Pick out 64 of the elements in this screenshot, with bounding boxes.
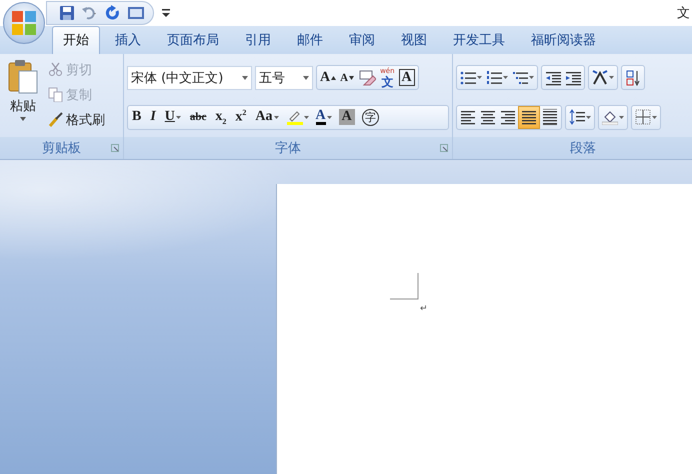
save-icon[interactable]	[59, 4, 75, 21]
paint-bucket-icon	[602, 109, 618, 126]
ribbon-tab[interactable]: 福昕阅读器	[520, 26, 607, 54]
ribbon-tab[interactable]: 插入	[104, 26, 152, 54]
clipboard-icon	[7, 58, 39, 95]
ribbon-tab[interactable]: 开发工具	[442, 26, 516, 54]
dropdown-arrow-icon[interactable]	[303, 76, 309, 80]
format-button[interactable]: x$^{2}$	[232, 106, 250, 129]
down-triangle-icon	[349, 76, 354, 80]
format-button[interactable]: A	[318, 66, 338, 90]
justify-icon	[521, 109, 537, 126]
alignment-button[interactable]	[518, 106, 540, 129]
ribbon-tab[interactable]: 邮件	[286, 26, 334, 54]
format-button[interactable]: Aa	[252, 106, 282, 129]
eraser-icon	[358, 70, 376, 86]
highlighter-icon	[286, 109, 303, 126]
font-name-field[interactable]: 宋体 (中文正文)	[127, 66, 252, 90]
format-button[interactable]: x$_{2}$	[212, 106, 230, 129]
arrows-icon	[592, 70, 608, 86]
caret-icon	[20, 116, 26, 121]
ribbon-tab[interactable]: 开始	[52, 26, 100, 54]
redo-icon[interactable]	[105, 4, 121, 21]
window-title: 文	[677, 4, 690, 22]
format-button[interactable]: U	[162, 106, 184, 129]
bullets-icon	[460, 70, 476, 86]
ribbon-tab[interactable]: 审阅	[338, 26, 386, 54]
format-button[interactable]: A	[314, 106, 334, 129]
format-button[interactable]: abc	[186, 106, 210, 129]
ribbon-tab[interactable]: 视图	[390, 26, 438, 54]
increase-indent-icon	[565, 70, 581, 86]
up-triangle-icon	[331, 76, 336, 80]
format-button[interactable]: B	[129, 106, 144, 129]
undo-icon[interactable]	[81, 4, 99, 21]
ribbon-tab[interactable]: 引用	[234, 26, 282, 54]
group-label: 字体	[275, 140, 301, 157]
dialog-launcher-icon[interactable]	[440, 144, 448, 152]
align-right-icon	[500, 109, 516, 126]
decrease-indent-icon	[545, 70, 561, 86]
copy-icon	[48, 87, 63, 102]
office-logo	[11, 10, 37, 36]
ribbon-tab[interactable]: 页面布局	[156, 26, 230, 54]
multilevel-list-icon	[512, 70, 528, 86]
font-size-field[interactable]: 五号	[255, 66, 313, 90]
brush-icon	[48, 112, 63, 128]
paragraph-mark: ↵	[420, 305, 428, 314]
format-button[interactable]: I	[147, 106, 159, 129]
clipboard-button[interactable]: 格式刷	[46, 108, 107, 131]
dropdown-arrow-icon[interactable]	[242, 76, 248, 80]
format-button[interactable]: A	[338, 66, 356, 90]
customize-toolbar-icon[interactable]	[162, 8, 170, 18]
distributed-icon	[542, 109, 558, 126]
group-label: 段落	[570, 140, 596, 157]
group-label: 剪贴板	[42, 140, 81, 157]
numbered-list-icon	[486, 70, 502, 86]
sort-icon	[625, 70, 641, 86]
align-center-icon	[480, 109, 496, 126]
margin-corner-icon	[390, 273, 419, 300]
line-spacing-icon	[569, 109, 585, 126]
scissors-icon	[48, 62, 63, 78]
paste-button[interactable]: 粘贴	[4, 56, 42, 123]
align-left-icon	[460, 109, 476, 126]
dialog-launcher-icon[interactable]	[111, 144, 119, 152]
borders-icon	[635, 109, 651, 126]
window-icon[interactable]	[127, 4, 145, 21]
